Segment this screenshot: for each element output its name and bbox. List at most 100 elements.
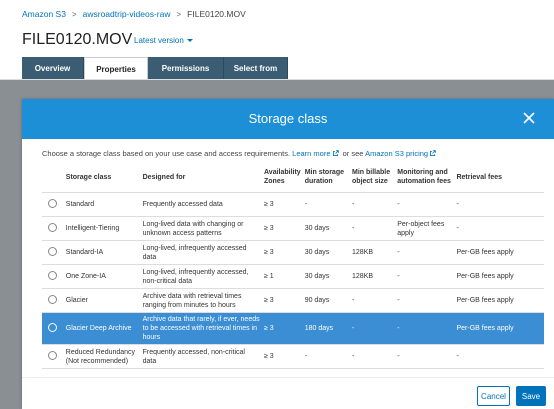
modal-intro: Choose a storage class based on your use… xyxy=(42,149,438,158)
intro-text: Choose a storage class based on your use… xyxy=(42,149,291,158)
cell-az: ≥ 1 xyxy=(262,264,303,289)
table-row-glacier-deep-archive[interactable]: Glacier Deep Archive Archive data that r… xyxy=(42,312,544,345)
column-header: Availability Zones xyxy=(262,162,303,193)
radio-standard[interactable] xyxy=(48,198,57,208)
page-title: FILE0120.MOV xyxy=(22,31,133,48)
cell-designed-for: Frequently accessed, non-critical data xyxy=(140,344,262,369)
cell-storage-class: Standard-IA xyxy=(63,240,141,265)
cell-monitoring: Per-object fees apply xyxy=(395,216,455,241)
cell-min-duration: - xyxy=(302,344,351,369)
cell-designed-for: Long-lived, infrequently accessed, non-c… xyxy=(140,264,262,289)
cell-az: ≥ 3 xyxy=(262,240,303,265)
cancel-button[interactable]: Cancel xyxy=(477,386,510,406)
column-header: Retrieval fees xyxy=(454,162,544,193)
table-row-standard[interactable]: Standard Frequently accessed data ≥ 3 - … xyxy=(42,192,544,217)
cell-storage-class: Glacier Deep Archive xyxy=(63,312,141,345)
cell-designed-for: Frequently accessed data xyxy=(140,192,262,217)
radio-glacier-deep-archive[interactable] xyxy=(48,322,57,332)
column-header: Designed for xyxy=(140,162,262,193)
cell-az: ≥ 3 xyxy=(262,344,303,369)
cell-min-size: - xyxy=(350,288,396,313)
or-see-text: or see xyxy=(342,149,364,158)
breadcrumb-link-s3[interactable]: Amazon S3 xyxy=(22,9,66,19)
cell-monitoring: - xyxy=(395,264,455,289)
column-header: Min billable object size xyxy=(350,162,396,193)
cell-retrieval: Per-GB fees apply xyxy=(454,288,544,313)
close-icon[interactable] xyxy=(521,110,537,126)
caret-down-icon xyxy=(186,39,193,43)
cell-az: ≥ 3 xyxy=(262,312,303,345)
tab-permissions[interactable]: Permissions xyxy=(148,57,224,79)
cell-designed-for: Archive data with retrieval times rangin… xyxy=(140,288,262,313)
modal-footer-divider xyxy=(22,377,554,378)
cell-min-size: - xyxy=(350,312,396,345)
cell-designed-for: Long-lived data with changing or unknown… xyxy=(140,216,262,241)
breadcrumb-current: FILE0120.MOV xyxy=(187,9,246,19)
cell-min-duration: 90 days xyxy=(302,288,351,313)
table-row-intelligent-tiering[interactable]: Intelligent-Tiering Long-lived data with… xyxy=(42,216,544,241)
cell-storage-class: Glacier xyxy=(63,288,141,313)
modal-title: Storage class xyxy=(248,111,328,126)
storage-class-table: Storage class Designed for Availability … xyxy=(42,162,544,369)
table-row-glacier[interactable]: Glacier Archive data with retrieval time… xyxy=(42,288,544,313)
cell-az: ≥ 3 xyxy=(262,288,303,313)
table-row-one-zone-ia[interactable]: One Zone-IA Long-lived, infrequently acc… xyxy=(42,264,544,289)
column-header: Storage class xyxy=(63,162,141,193)
cell-retrieval: - xyxy=(454,192,544,217)
cell-retrieval: Per-GB fees apply xyxy=(454,240,544,265)
cell-retrieval: Per-GB fees apply xyxy=(454,312,544,345)
radio-standard-ia[interactable] xyxy=(48,246,57,256)
cell-min-duration: - xyxy=(302,192,351,217)
cell-min-duration: 180 days xyxy=(302,312,351,345)
s3-pricing-link[interactable]: Amazon S3 pricing xyxy=(365,149,438,158)
breadcrumb: Amazon S3 > awsroadtrip-videos-raw > FILE012… xyxy=(22,9,246,19)
cell-az: ≥ 3 xyxy=(262,192,303,217)
cell-monitoring: - xyxy=(395,240,455,265)
external-link-icon xyxy=(430,150,436,157)
radio-glacier[interactable] xyxy=(48,294,57,304)
cell-monitoring: - xyxy=(395,192,455,217)
cell-min-duration: 30 days xyxy=(302,240,351,265)
version-label: Latest version xyxy=(134,36,184,45)
column-header: Monitoring and automation fees xyxy=(395,162,455,193)
cell-storage-class: Standard xyxy=(63,192,141,217)
table-row-reduced-redundancy[interactable]: Reduced Redundancy (Not recommended) Fre… xyxy=(42,344,544,369)
object-tabs: Overview Properties Permissions Select f… xyxy=(22,57,288,80)
cell-storage-class: Intelligent-Tiering xyxy=(63,216,141,241)
learn-more-link[interactable]: Learn more xyxy=(292,149,340,158)
radio-one-zone-ia[interactable] xyxy=(48,270,57,280)
version-dropdown[interactable]: Latest version xyxy=(134,36,193,45)
cell-min-duration: 30 days xyxy=(302,216,351,241)
cell-storage-class: One Zone-IA xyxy=(63,264,141,289)
learn-more-label: Learn more xyxy=(292,149,331,158)
modal-header: Storage class xyxy=(22,99,554,139)
tab-select-from[interactable]: Select from xyxy=(224,57,288,79)
cell-min-duration: 30 days xyxy=(302,264,351,289)
pricing-link-label: Amazon S3 pricing xyxy=(365,149,429,158)
cell-az: ≥ 3 xyxy=(262,216,303,241)
cell-min-size: - xyxy=(350,344,396,369)
tab-overview[interactable]: Overview xyxy=(22,57,84,79)
cell-retrieval: - xyxy=(454,216,544,241)
save-button[interactable]: Save xyxy=(516,386,546,406)
breadcrumb-separator: > xyxy=(176,10,182,19)
table-row-standard-ia[interactable]: Standard-IA Long-lived, infrequently acc… xyxy=(42,240,544,265)
column-header: Min storage duration xyxy=(302,162,351,193)
table-header-row: Storage class Designed for Availability … xyxy=(42,162,544,193)
breadcrumb-separator: > xyxy=(71,10,77,19)
radio-reduced-redundancy[interactable] xyxy=(48,350,57,360)
cell-designed-for: Archive data that rarely, if ever, needs… xyxy=(140,312,262,345)
cell-retrieval: Per-GB fees apply xyxy=(454,264,544,289)
cell-min-size: 128KB xyxy=(350,240,396,265)
cell-retrieval: - xyxy=(454,344,544,369)
cell-min-size: - xyxy=(350,216,396,241)
breadcrumb-link-bucket[interactable]: awsroadtrip-videos-raw xyxy=(83,9,171,19)
cell-storage-class: Reduced Redundancy (Not recommended) xyxy=(63,344,141,369)
cell-monitoring: - xyxy=(395,312,455,345)
radio-intelligent-tiering[interactable] xyxy=(48,222,57,232)
tab-properties[interactable]: Properties xyxy=(84,57,148,80)
cell-min-size: 128KB xyxy=(350,264,396,289)
cell-designed-for: Long-lived, infrequently accessed data xyxy=(140,240,262,265)
cell-min-size: - xyxy=(350,192,396,217)
external-link-icon xyxy=(332,150,339,157)
